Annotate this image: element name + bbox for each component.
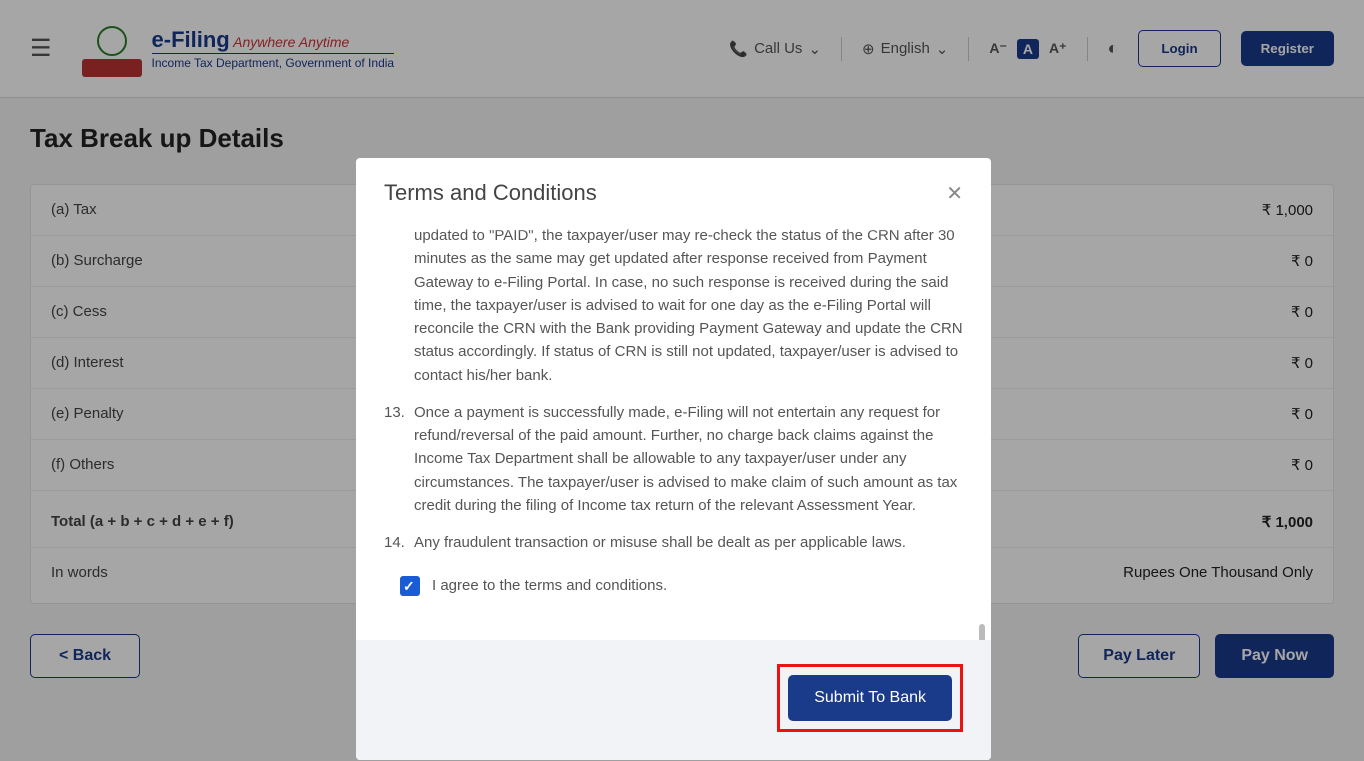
item-text: Once a payment is successfully made, e-F… <box>414 404 957 514</box>
close-icon[interactable]: ✕ <box>946 181 963 206</box>
submit-to-bank-button[interactable]: Submit To Bank <box>788 675 952 721</box>
terms-modal: Terms and Conditions ✕ updated to "PAID"… <box>356 158 991 760</box>
modal-header: Terms and Conditions ✕ <box>356 158 991 224</box>
terms-item-12-partial: updated to "PAID", the taxpayer/user may… <box>414 224 963 387</box>
submit-highlight: Submit To Bank <box>777 664 963 732</box>
modal-body[interactable]: updated to "PAID", the taxpayer/user may… <box>356 224 991 640</box>
item-number: 14. <box>384 531 405 554</box>
item-number: 13. <box>384 401 405 424</box>
agree-label: I agree to the terms and conditions. <box>432 574 667 597</box>
scrollbar[interactable] <box>979 274 985 640</box>
modal-title: Terms and Conditions <box>384 180 597 206</box>
modal-footer: Submit To Bank <box>356 640 991 760</box>
terms-item-13: 13.Once a payment is successfully made, … <box>414 401 963 517</box>
item-text: Any fraudulent transaction or misuse sha… <box>414 534 906 551</box>
agree-row: I agree to the terms and conditions. <box>400 574 963 597</box>
terms-item-14: 14.Any fraudulent transaction or misuse … <box>414 531 963 554</box>
agree-checkbox[interactable] <box>400 576 420 596</box>
